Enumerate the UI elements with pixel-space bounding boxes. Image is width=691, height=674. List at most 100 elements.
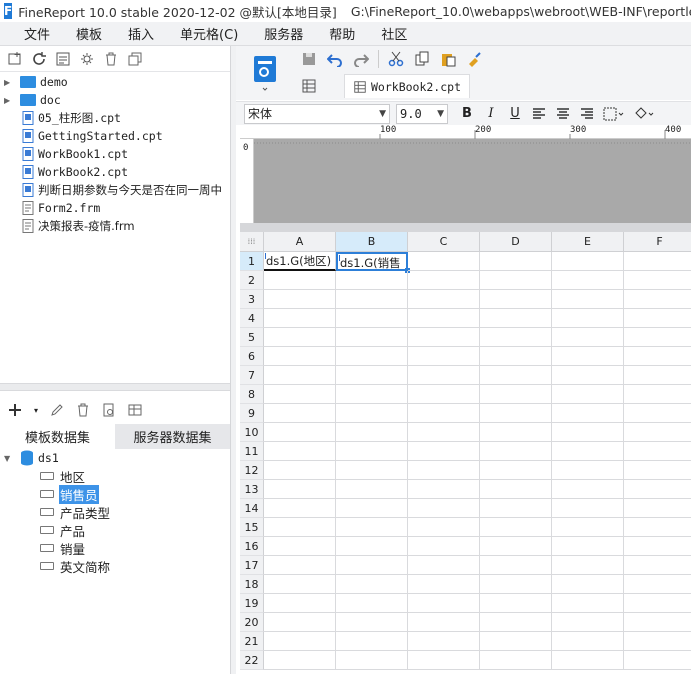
cell-C22[interactable] bbox=[408, 651, 480, 670]
cell-B15[interactable] bbox=[336, 518, 408, 537]
cell-F22[interactable] bbox=[624, 651, 691, 670]
menu-cell[interactable]: 单元格(C) bbox=[167, 24, 251, 43]
settings-icon[interactable] bbox=[78, 50, 96, 68]
cell-B1[interactable]: ds1.G(销售 bbox=[336, 252, 410, 273]
cell-D13[interactable] bbox=[480, 480, 552, 499]
cell-E14[interactable] bbox=[552, 499, 624, 518]
dataset-node[interactable]: ▼ ds1 bbox=[0, 449, 230, 467]
tree-item-file[interactable]: 判断日期参数与今天是否在同一周中 bbox=[0, 181, 230, 199]
panel-split-handle[interactable] bbox=[0, 383, 230, 391]
cell-E5[interactable] bbox=[552, 328, 624, 347]
cell-D2[interactable] bbox=[480, 271, 552, 290]
cell-E6[interactable] bbox=[552, 347, 624, 366]
cell-F17[interactable] bbox=[624, 556, 691, 575]
cell-F1[interactable] bbox=[624, 252, 691, 271]
row-header[interactable]: 5 bbox=[240, 328, 264, 347]
cell-A14[interactable] bbox=[264, 499, 336, 518]
cell-B14[interactable] bbox=[336, 499, 408, 518]
cell-B16[interactable] bbox=[336, 537, 408, 556]
preview-icon[interactable] bbox=[100, 401, 118, 419]
row-header[interactable]: 12 bbox=[240, 461, 264, 480]
cell-A4[interactable] bbox=[264, 309, 336, 328]
cell-A18[interactable] bbox=[264, 575, 336, 594]
field-item[interactable]: 地区 bbox=[40, 467, 230, 485]
format-painter-icon[interactable] bbox=[465, 50, 483, 68]
cell-B17[interactable] bbox=[336, 556, 408, 575]
tab-workbook2[interactable]: WorkBook2.cpt bbox=[344, 74, 471, 98]
cell-A1[interactable]: ds1.G(地区) bbox=[264, 252, 336, 271]
row-header[interactable]: 22 bbox=[240, 651, 264, 670]
cell-E11[interactable] bbox=[552, 442, 624, 461]
field-item[interactable]: 产品 bbox=[40, 521, 230, 539]
redo-icon[interactable] bbox=[352, 50, 370, 68]
column-header[interactable]: B bbox=[336, 232, 408, 252]
column-header[interactable]: E bbox=[552, 232, 624, 252]
cell-F7[interactable] bbox=[624, 366, 691, 385]
row-header[interactable]: 1 bbox=[240, 252, 264, 271]
cell-F3[interactable] bbox=[624, 290, 691, 309]
align-right-icon[interactable] bbox=[576, 104, 598, 124]
cell-B22[interactable] bbox=[336, 651, 408, 670]
cell-C12[interactable] bbox=[408, 461, 480, 480]
menu-insert[interactable]: 插入 bbox=[115, 24, 167, 43]
column-header[interactable]: D bbox=[480, 232, 552, 252]
chevron-down-icon[interactable]: ▾ bbox=[32, 401, 40, 419]
italic-icon[interactable]: I bbox=[480, 104, 502, 124]
row-header[interactable]: 21 bbox=[240, 632, 264, 651]
menu-file[interactable]: 文件 bbox=[0, 24, 63, 43]
column-header[interactable]: C bbox=[408, 232, 480, 252]
row-header[interactable]: 16 bbox=[240, 537, 264, 556]
tree-item-folder[interactable]: ▶ demo bbox=[0, 73, 230, 91]
font-family-select[interactable]: 宋体 ▼ bbox=[244, 103, 390, 124]
cell-D21[interactable] bbox=[480, 632, 552, 651]
cell-B18[interactable] bbox=[336, 575, 408, 594]
cell-F21[interactable] bbox=[624, 632, 691, 651]
cell-B21[interactable] bbox=[336, 632, 408, 651]
cell-E2[interactable] bbox=[552, 271, 624, 290]
align-center-icon[interactable] bbox=[552, 104, 574, 124]
row-header[interactable]: 13 bbox=[240, 480, 264, 499]
cell-C6[interactable] bbox=[408, 347, 480, 366]
cell-E12[interactable] bbox=[552, 461, 624, 480]
row-header[interactable]: 9 bbox=[240, 404, 264, 423]
cell-B3[interactable] bbox=[336, 290, 408, 309]
cell-B8[interactable] bbox=[336, 385, 408, 404]
tab-template-dataset[interactable]: 模板数据集 bbox=[0, 424, 115, 449]
cell-A17[interactable] bbox=[264, 556, 336, 575]
row-header[interactable]: 18 bbox=[240, 575, 264, 594]
cell-A10[interactable] bbox=[264, 423, 336, 442]
cell-E4[interactable] bbox=[552, 309, 624, 328]
cell-B12[interactable] bbox=[336, 461, 408, 480]
cell-D8[interactable] bbox=[480, 385, 552, 404]
cell-B11[interactable] bbox=[336, 442, 408, 461]
cell-F18[interactable] bbox=[624, 575, 691, 594]
cell-D19[interactable] bbox=[480, 594, 552, 613]
cell-F10[interactable] bbox=[624, 423, 691, 442]
edit-icon[interactable] bbox=[48, 401, 66, 419]
cell-E3[interactable] bbox=[552, 290, 624, 309]
select-all-corner[interactable]: ⁞⁞⁞ bbox=[240, 232, 264, 252]
cell-D7[interactable] bbox=[480, 366, 552, 385]
cell-B7[interactable] bbox=[336, 366, 408, 385]
cell-F13[interactable] bbox=[624, 480, 691, 499]
cell-C8[interactable] bbox=[408, 385, 480, 404]
fill-color-icon[interactable] bbox=[630, 104, 658, 124]
cell-E13[interactable] bbox=[552, 480, 624, 499]
cell-C19[interactable] bbox=[408, 594, 480, 613]
cell-C7[interactable] bbox=[408, 366, 480, 385]
cell-E16[interactable] bbox=[552, 537, 624, 556]
cell-A13[interactable] bbox=[264, 480, 336, 499]
align-left-icon[interactable] bbox=[528, 104, 550, 124]
cell-D6[interactable] bbox=[480, 347, 552, 366]
cell-C2[interactable] bbox=[408, 271, 480, 290]
cell-F2[interactable] bbox=[624, 271, 691, 290]
cell-F11[interactable] bbox=[624, 442, 691, 461]
field-item[interactable]: 销量 bbox=[40, 539, 230, 557]
tree-item-file[interactable]: 05_柱形图.cpt bbox=[0, 109, 230, 127]
cell-C20[interactable] bbox=[408, 613, 480, 632]
cell-E19[interactable] bbox=[552, 594, 624, 613]
cell-D15[interactable] bbox=[480, 518, 552, 537]
expand-arrow-icon[interactable]: ▼ bbox=[4, 454, 16, 463]
cell-A6[interactable] bbox=[264, 347, 336, 366]
cell-C1[interactable] bbox=[408, 252, 480, 271]
